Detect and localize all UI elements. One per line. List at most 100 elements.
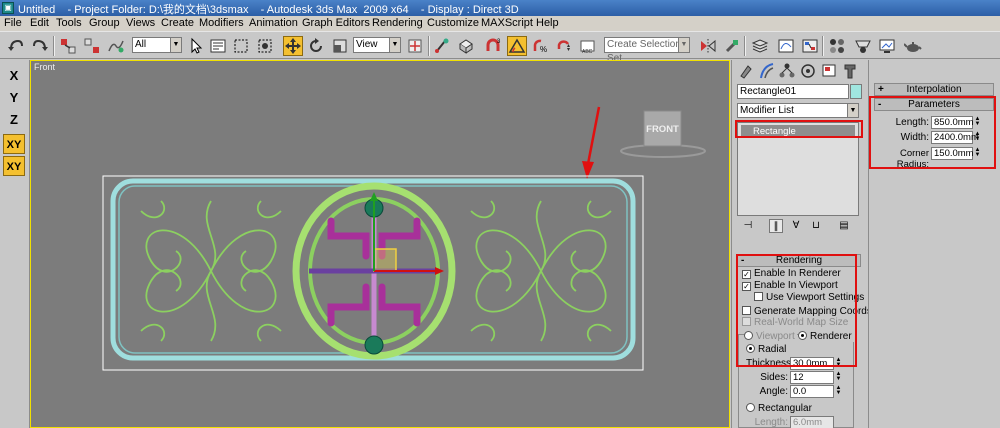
stack-item-rectangle[interactable]: Rectangle xyxy=(741,125,855,138)
renderer-radio[interactable]: Renderer xyxy=(798,331,854,342)
spinner-snap-button[interactable] xyxy=(554,36,574,56)
tab-motion[interactable] xyxy=(800,62,816,80)
menu-rendering[interactable]: Rendering xyxy=(372,17,423,29)
make-unique-icon[interactable]: ∀ xyxy=(789,219,803,233)
mirror-button[interactable] xyxy=(698,36,718,56)
angle-snap-toggle-button[interactable] xyxy=(507,36,527,56)
menu-group[interactable]: Group xyxy=(89,17,120,29)
modify-tab-icon xyxy=(760,63,774,79)
curve-editor-button[interactable] xyxy=(776,36,796,56)
menu-views[interactable]: Views xyxy=(126,17,155,29)
rendered-frame-window-button[interactable] xyxy=(877,36,897,56)
undo-button[interactable] xyxy=(6,36,26,56)
tab-modify[interactable] xyxy=(759,62,775,80)
spinner-arrows-icon[interactable]: ▲ ▼ xyxy=(835,371,842,383)
named-selection-sets-dropdown[interactable]: Create Selection Set ▼ xyxy=(604,37,690,64)
axis-z-button[interactable]: Z xyxy=(3,110,25,130)
thickness-spinner[interactable]: 30.0mm ▲ ▼ xyxy=(790,357,841,370)
render-setup-button[interactable] xyxy=(853,36,873,56)
interpolation-rollout-header[interactable]: + Interpolation xyxy=(874,83,994,96)
length-spinner[interactable]: 6.0mm xyxy=(790,416,834,428)
tab-hierarchy[interactable] xyxy=(779,62,795,80)
select-and-move-button[interactable] xyxy=(283,36,303,56)
angle-spinner[interactable]: 0.0 ▲ ▼ xyxy=(790,385,841,398)
menu-create[interactable]: Create xyxy=(161,17,194,29)
object-color-swatch[interactable] xyxy=(850,84,862,99)
use-viewport-settings-checkbox[interactable]: Use Viewport Settings xyxy=(754,292,864,303)
axis-y-button[interactable]: Y xyxy=(3,88,25,108)
material-editor-icon xyxy=(830,39,844,53)
rectangular-radio[interactable]: Rectangular xyxy=(746,403,812,414)
menu-maxscript[interactable]: MAXScript xyxy=(481,17,533,29)
menu-modifiers[interactable]: Modifiers xyxy=(199,17,244,29)
app-icon[interactable]: ▣ xyxy=(2,2,14,14)
modifier-list-dropdown[interactable]: Modifier List ▼ xyxy=(737,103,859,118)
generate-mapping-coords-checkbox[interactable]: Generate Mapping Coords. xyxy=(742,306,875,317)
axis-x-button[interactable]: X xyxy=(3,66,25,86)
unlink-button[interactable] xyxy=(82,36,102,56)
viewport-radio[interactable]: Viewport xyxy=(744,331,797,342)
pivot-center-button[interactable] xyxy=(405,36,425,56)
parameters-rollout-header[interactable]: - Parameters xyxy=(874,98,994,111)
spinner-arrows-icon[interactable]: ▲ ▼ xyxy=(835,357,842,369)
menu-customize[interactable]: Customize xyxy=(427,17,479,29)
enable-in-viewport-checkbox[interactable]: ✓ Enable In Viewport xyxy=(742,280,838,291)
unlink-icon xyxy=(84,38,99,53)
select-and-link-button[interactable] xyxy=(58,36,78,56)
material-editor-button[interactable] xyxy=(827,36,847,56)
reference-coordinate-dropdown[interactable]: View ▼ xyxy=(353,37,401,53)
menu-graph-editors[interactable]: Graph Editors xyxy=(302,17,370,29)
quick-render-button[interactable] xyxy=(903,36,923,56)
rendering-rollout-header[interactable]: - Rendering xyxy=(737,254,861,267)
menu-file[interactable]: File xyxy=(4,17,22,29)
manipulate-button[interactable] xyxy=(432,36,452,56)
corner-radius-spinner[interactable]: 150.0mm ▲ ▼ xyxy=(931,147,980,160)
corner-radius-label: Corner Radius: xyxy=(896,148,929,170)
rect-length-spinner[interactable]: 850.0mm ▲ ▼ xyxy=(931,116,980,129)
menu-edit[interactable]: Edit xyxy=(30,17,49,29)
bind-space-warp-button[interactable] xyxy=(106,36,126,56)
thickness-label: Thickness: xyxy=(746,358,794,369)
axis-xy-plane-button[interactable]: XY xyxy=(3,156,25,176)
menu-animation[interactable]: Animation xyxy=(249,17,298,29)
menu-help[interactable]: Help xyxy=(536,17,559,29)
tab-display[interactable] xyxy=(821,62,837,80)
spinner-arrows-icon[interactable]: ▲ ▼ xyxy=(974,131,981,143)
sides-spinner[interactable]: 12 ▲ ▼ xyxy=(790,371,841,384)
layer-manager-button[interactable] xyxy=(750,36,770,56)
spinner-arrows-icon[interactable]: ▲ ▼ xyxy=(835,385,842,397)
pin-stack-icon[interactable]: ⊣ xyxy=(741,219,755,233)
radial-radio[interactable]: Radial xyxy=(746,344,786,355)
keyboard-shortcut-override-button[interactable] xyxy=(456,36,476,56)
select-by-name-button[interactable] xyxy=(208,36,228,56)
rect-width-spinner[interactable]: 2400.0mm ▲ ▼ xyxy=(931,131,980,144)
remove-modifier-icon[interactable]: ⊔ xyxy=(809,219,823,233)
selection-filter-dropdown[interactable]: All ▼ xyxy=(132,37,182,53)
real-world-map-size-checkbox[interactable]: Real-World Map Size xyxy=(742,317,848,328)
object-name-input[interactable]: Rectangle01 xyxy=(737,84,849,99)
redo-icon xyxy=(33,39,48,51)
edit-named-selection-button[interactable]: ABC xyxy=(578,36,598,56)
configure-modifier-sets-icon[interactable]: ▤ xyxy=(837,219,851,233)
tab-create[interactable] xyxy=(738,62,754,80)
axis-xy-button[interactable]: XY xyxy=(3,134,25,154)
align-button[interactable] xyxy=(722,36,742,56)
percent-snap-button[interactable]: % xyxy=(530,36,550,56)
select-and-scale-button[interactable] xyxy=(330,36,350,56)
redo-button[interactable] xyxy=(30,36,50,56)
show-end-result-icon[interactable]: ∥ xyxy=(769,219,783,233)
select-object-button[interactable] xyxy=(186,36,206,56)
enable-in-renderer-checkbox[interactable]: ✓ Enable In Renderer xyxy=(742,268,841,279)
window-crossing-button[interactable] xyxy=(255,36,275,56)
spinner-arrows-icon[interactable]: ▲ ▼ xyxy=(974,116,981,128)
rectangular-selection-button[interactable] xyxy=(231,36,251,56)
schematic-view-button[interactable] xyxy=(800,36,820,56)
viewcube[interactable]: FRONT xyxy=(620,110,706,158)
select-and-rotate-button[interactable] xyxy=(306,36,326,56)
tab-utilities[interactable] xyxy=(842,62,858,80)
menu-tools[interactable]: Tools xyxy=(56,17,82,29)
front-viewport[interactable]: Front FRONT xyxy=(30,60,730,428)
spinner-arrows-icon[interactable]: ▲ ▼ xyxy=(974,147,981,159)
snap-toggle-button[interactable]: 3 xyxy=(483,36,503,56)
teapot-icon xyxy=(903,42,922,52)
